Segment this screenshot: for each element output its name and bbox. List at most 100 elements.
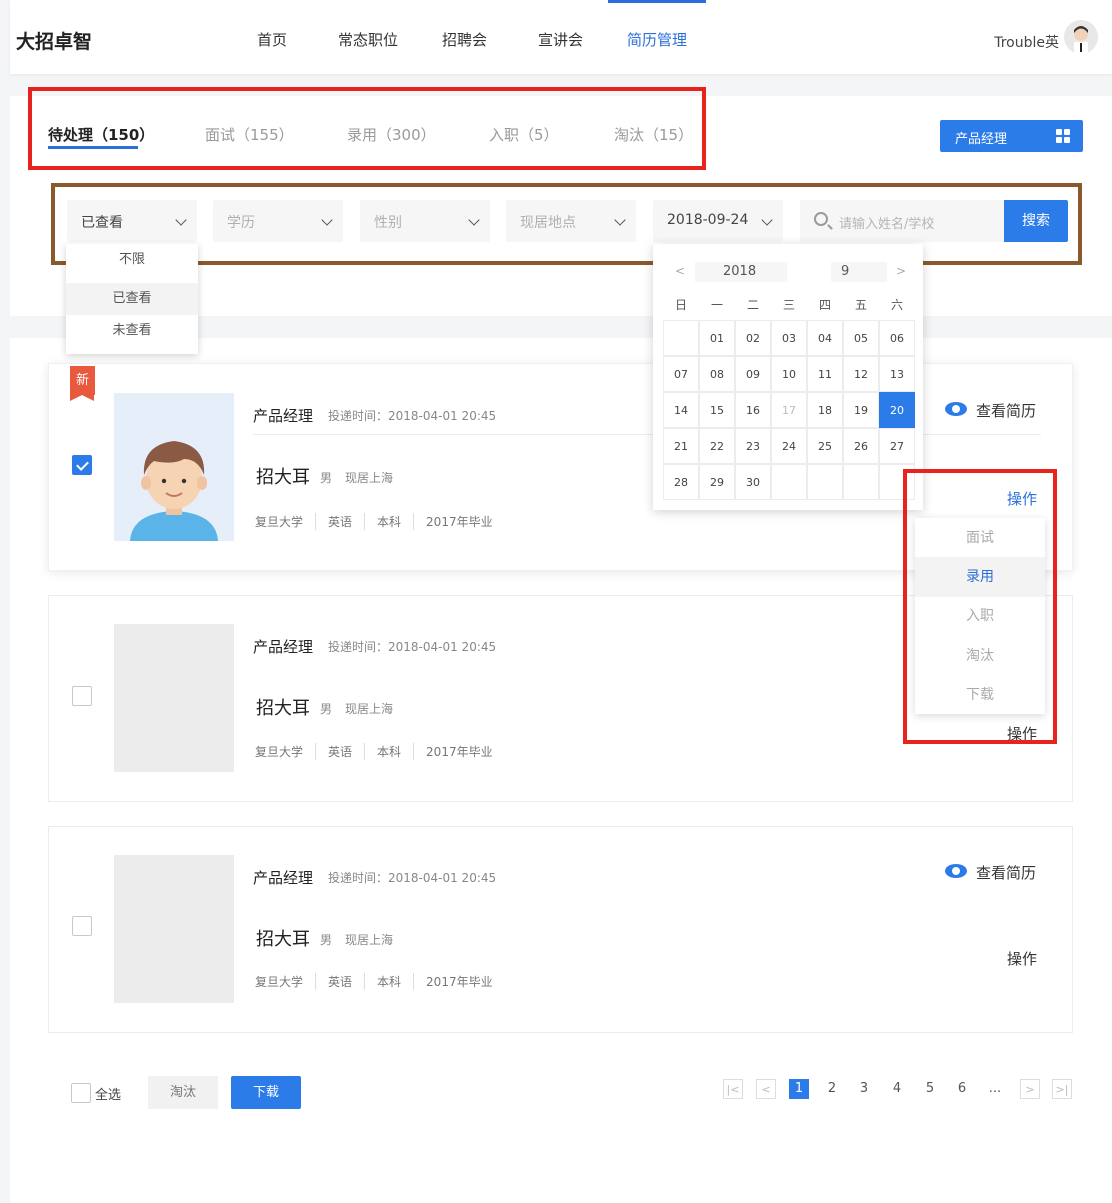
candidate-location: 现居上海 <box>345 702 394 716</box>
candidate-photo-placeholder <box>114 624 234 772</box>
location-select[interactable]: 现居地点 <box>506 200 636 242</box>
op-onboard[interactable]: 入职 <box>915 596 1045 636</box>
calendar-day[interactable]: 09 <box>735 356 771 392</box>
date-select[interactable]: 2018-09-24 <box>653 200 783 242</box>
operation-button[interactable]: 操作 <box>1007 948 1037 969</box>
calendar-day[interactable]: 20 <box>879 392 915 428</box>
last-page-button[interactable]: >| <box>1052 1079 1072 1099</box>
viewed-select-value: 已查看 <box>81 215 123 231</box>
search-button[interactable]: 搜索 <box>1004 200 1068 242</box>
dropdown-option-all[interactable]: 不限 <box>66 244 198 276</box>
bulk-reject-button[interactable]: 淘汰 <box>148 1076 218 1109</box>
calendar-day[interactable]: 10 <box>771 356 807 392</box>
username[interactable]: Trouble英 <box>994 32 1059 52</box>
candidate-name[interactable]: 招大耳 <box>256 925 310 951</box>
tab-interview[interactable]: 面试（155） <box>205 124 294 145</box>
prev-month-arrow[interactable]: < <box>675 264 685 278</box>
view-resume-link[interactable]: 查看简历 <box>976 862 1036 883</box>
resume-checkbox[interactable] <box>72 686 92 706</box>
bulk-download-button[interactable]: 下载 <box>231 1076 301 1109</box>
dropdown-option-unviewed[interactable]: 未查看 <box>66 315 198 347</box>
tab-onboarded[interactable]: 入职（5） <box>489 124 559 145</box>
viewed-select[interactable]: 已查看 <box>67 200 197 242</box>
calendar-day[interactable]: 08 <box>699 356 735 392</box>
calendar-day[interactable]: 19 <box>843 392 879 428</box>
dropdown-option-viewed[interactable]: 已查看 <box>66 283 198 315</box>
calendar-day[interactable]: 21 <box>663 428 699 464</box>
nav-regular-jobs[interactable]: 常态职位 <box>338 29 398 50</box>
calendar-day[interactable]: 26 <box>843 428 879 464</box>
calendar-day[interactable]: 03 <box>771 320 807 356</box>
select-all-checkbox[interactable] <box>71 1083 91 1103</box>
page-1[interactable]: 1 <box>789 1079 809 1099</box>
graduation: 2017年毕业 <box>413 513 505 530</box>
major: 英语 <box>315 743 364 760</box>
calendar-empty-cell <box>843 464 879 500</box>
tab-rejected[interactable]: 淘汰（15） <box>614 124 693 145</box>
calendar-day[interactable]: 02 <box>735 320 771 356</box>
resume-checkbox[interactable] <box>72 455 92 475</box>
school: 复旦大学 <box>255 975 304 989</box>
page-6[interactable]: 6 <box>952 1079 972 1099</box>
resume-checkbox[interactable] <box>72 916 92 936</box>
weekday-header: 六 <box>890 298 903 312</box>
prev-page-button[interactable]: < <box>756 1079 776 1099</box>
select-all-label[interactable]: 全选 <box>95 1084 121 1103</box>
op-reject[interactable]: 淘汰 <box>915 636 1045 676</box>
next-month-arrow[interactable]: > <box>896 264 906 278</box>
nav-campus-talk[interactable]: 宣讲会 <box>538 29 583 50</box>
user-avatar[interactable] <box>1064 20 1098 54</box>
search-input[interactable]: 请输入姓名/学校 <box>800 200 1004 242</box>
education-select[interactable]: 学历 <box>213 200 343 242</box>
tab-hired[interactable]: 录用（300） <box>347 124 436 145</box>
degree: 本科 <box>364 513 413 530</box>
calendar-day[interactable]: 06 <box>879 320 915 356</box>
calendar-day[interactable]: 22 <box>699 428 735 464</box>
app-logo[interactable]: 大招卓智 <box>16 27 92 54</box>
education-info: 复旦大学 英语 本科 2017年毕业 <box>255 513 505 530</box>
candidate-name[interactable]: 招大耳 <box>256 694 310 720</box>
calendar-day[interactable]: 30 <box>735 464 771 500</box>
op-download[interactable]: 下载 <box>915 675 1045 715</box>
calendar-day[interactable]: 25 <box>807 428 843 464</box>
calendar-day[interactable]: 23 <box>735 428 771 464</box>
candidate-name[interactable]: 招大耳 <box>256 463 310 489</box>
weekday-header: 日 <box>674 298 687 312</box>
position-filter-button[interactable]: 产品经理 <box>940 120 1083 152</box>
first-page-button[interactable]: |< <box>723 1079 743 1099</box>
calendar-day[interactable]: 15 <box>699 392 735 428</box>
eye-icon <box>945 864 967 878</box>
gender-select[interactable]: 性别 <box>360 200 490 242</box>
calendar-day[interactable]: 05 <box>843 320 879 356</box>
op-hire[interactable]: 录用 <box>915 557 1045 597</box>
nav-home[interactable]: 首页 <box>257 29 287 50</box>
calendar-day[interactable]: 17 <box>771 392 807 428</box>
calendar-day[interactable]: 12 <box>843 356 879 392</box>
page-2[interactable]: 2 <box>822 1079 842 1099</box>
calendar-day[interactable]: 07 <box>663 356 699 392</box>
tab-pending[interactable]: 待处理（150） <box>48 124 154 145</box>
view-resume-link[interactable]: 查看简历 <box>976 400 1036 421</box>
page-4[interactable]: 4 <box>887 1079 907 1099</box>
calendar-day[interactable]: 28 <box>663 464 699 500</box>
month-selector[interactable] <box>831 262 887 282</box>
calendar-day[interactable]: 14 <box>663 392 699 428</box>
calendar-day[interactable]: 04 <box>807 320 843 356</box>
page-5[interactable]: 5 <box>920 1079 940 1099</box>
calendar-day[interactable]: 18 <box>807 392 843 428</box>
calendar-day[interactable]: 29 <box>699 464 735 500</box>
calendar-day[interactable]: 16 <box>735 392 771 428</box>
calendar-day[interactable]: 24 <box>771 428 807 464</box>
op-interview[interactable]: 面试 <box>915 518 1045 558</box>
calendar-day[interactable]: 01 <box>699 320 735 356</box>
submit-time: 投递时间：2018-04-01 20:45 <box>328 640 497 654</box>
calendar-day[interactable]: 11 <box>807 356 843 392</box>
next-page-button[interactable]: > <box>1020 1079 1040 1099</box>
nav-resume-management[interactable]: 简历管理 <box>627 29 687 50</box>
nav-job-fair[interactable]: 招聘会 <box>442 29 487 50</box>
calendar-day[interactable]: 13 <box>879 356 915 392</box>
calendar-day[interactable]: 27 <box>879 428 915 464</box>
page-3[interactable]: 3 <box>854 1079 874 1099</box>
calendar-empty-cell <box>807 464 843 500</box>
candidate-gender: 男 <box>320 471 333 485</box>
